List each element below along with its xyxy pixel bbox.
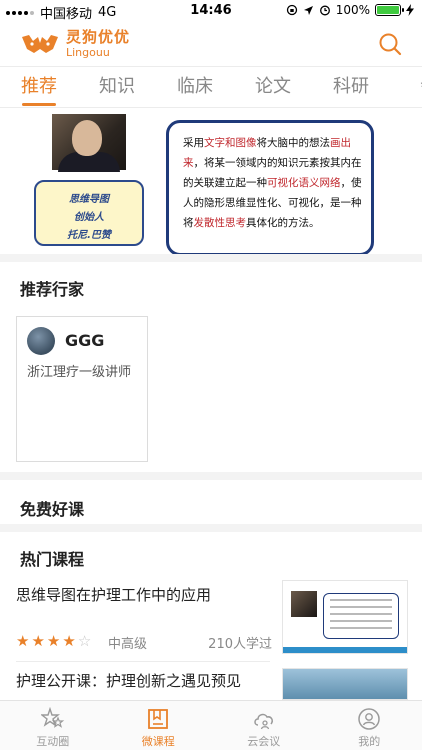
course-thumbnail [282, 580, 408, 654]
scroll-line-1: 思维导图 [69, 194, 109, 205]
tab-knowledge[interactable]: 知识 [78, 67, 156, 107]
nav-label: 微课程 [141, 735, 175, 748]
tab-papers[interactable]: 论文 [234, 67, 312, 107]
star-filled-icon: ★ [46, 632, 61, 650]
battery-level-fill [377, 6, 399, 14]
rating-stars: ★ ★ ★ ★ ☆ [16, 634, 91, 649]
course-thumbnail [282, 668, 408, 700]
course-learners: 210人学过 [208, 637, 272, 652]
expert-card[interactable]: GGG 浙江理疗一级讲师 [16, 316, 148, 462]
lock-rotation-icon [286, 4, 297, 16]
app-name-en: Lingouu [66, 46, 110, 59]
banner-text: 采用 [183, 137, 204, 149]
free-courses-title[interactable]: 免费好课 [20, 496, 84, 520]
avatar [27, 327, 55, 355]
banner-highlight: 可视化语义网络 [267, 177, 341, 189]
banner-text: 具体化的方法。 [246, 217, 320, 229]
charging-icon [406, 4, 414, 16]
section-divider [0, 472, 422, 480]
nav-item-cloud-meeting[interactable]: 云会议 [211, 701, 317, 750]
scroll-line-3: 托尼.巴赞 [67, 230, 111, 241]
star-filled-icon: ★ [62, 632, 76, 650]
tab-clinical[interactable]: 临床 [156, 67, 234, 107]
battery-icon [375, 4, 404, 16]
nav-label: 互动圈 [36, 735, 70, 748]
expert-title: 浙江理疗一级讲师 [27, 365, 132, 380]
banner-text-card: 采用文字和图像将大脑中的想法画出来，将某一领域内的知识元素按其内在的关联建立起一… [166, 120, 374, 254]
status-bar: 中国移动 4G 14:46 100% [0, 0, 422, 22]
course-title: 护理公开课：护理创新之遇见预见 [16, 672, 242, 690]
bookmark-icon [148, 709, 169, 729]
star-filled-icon: ★ [31, 632, 45, 650]
app-name-cn: 灵狗优优 [66, 28, 131, 46]
section-divider [0, 524, 422, 532]
alarm-icon [319, 5, 330, 16]
section-divider [0, 254, 422, 262]
stars-icon [40, 707, 64, 728]
tab-meeting[interactable]: 会 [390, 67, 422, 107]
nav-label: 我的 [358, 735, 381, 748]
battery-percent: 100% [335, 3, 370, 17]
scroll-line-2: 创始人 [74, 212, 104, 223]
banner-highlight: 发散性思考 [193, 217, 247, 229]
list-divider [16, 661, 270, 662]
expert-name: GGG [65, 331, 105, 350]
app-logo[interactable]: 灵狗优优 Lingouu [20, 30, 130, 58]
category-tabs: 推荐 知识 临床 论文 科研 会 [0, 66, 422, 108]
course-title: 思维导图在护理工作中的应用 [16, 586, 212, 604]
banner-highlight: 文字和图像 [204, 137, 257, 149]
banner-text: 将大脑中的想法 [256, 137, 331, 149]
tab-recommend[interactable]: 推荐 [0, 67, 78, 107]
portrait-photo [52, 114, 126, 172]
dog-logo-icon [22, 35, 58, 53]
experts-section-title: 推荐行家 [20, 280, 85, 299]
course-level: 中高级 [108, 637, 148, 652]
nav-item-interaction-circle[interactable]: 互动圈 [0, 701, 106, 750]
star-filled-icon: ★ [16, 632, 30, 650]
tab-research[interactable]: 科研 [312, 67, 390, 107]
bottom-navigation: 互动圈 微课程 云会议 我的 [0, 700, 422, 750]
profile-icon [358, 708, 380, 730]
banner-carousel[interactable]: 思维导图 创始人 托尼.巴赞 采用文字和图像将大脑中的想法画出来，将某一领域内的… [0, 114, 422, 254]
hot-courses-title: 热门课程 [20, 550, 85, 569]
logo-text: 灵狗优优 Lingouu [66, 28, 131, 59]
cloud-meeting-icon [254, 713, 273, 730]
app-header: 灵狗优优 Lingouu [0, 22, 422, 66]
status-right: 100% [286, 3, 414, 17]
nav-item-profile[interactable]: 我的 [317, 701, 422, 750]
nav-label: 云会议 [247, 735, 281, 748]
scroll-illustration: 思维导图 创始人 托尼.巴赞 [34, 180, 144, 246]
location-icon [303, 5, 313, 15]
search-icon[interactable] [378, 32, 402, 56]
star-empty-icon: ☆ [77, 632, 92, 650]
nav-item-micro-courses[interactable]: 微课程 [106, 701, 212, 750]
